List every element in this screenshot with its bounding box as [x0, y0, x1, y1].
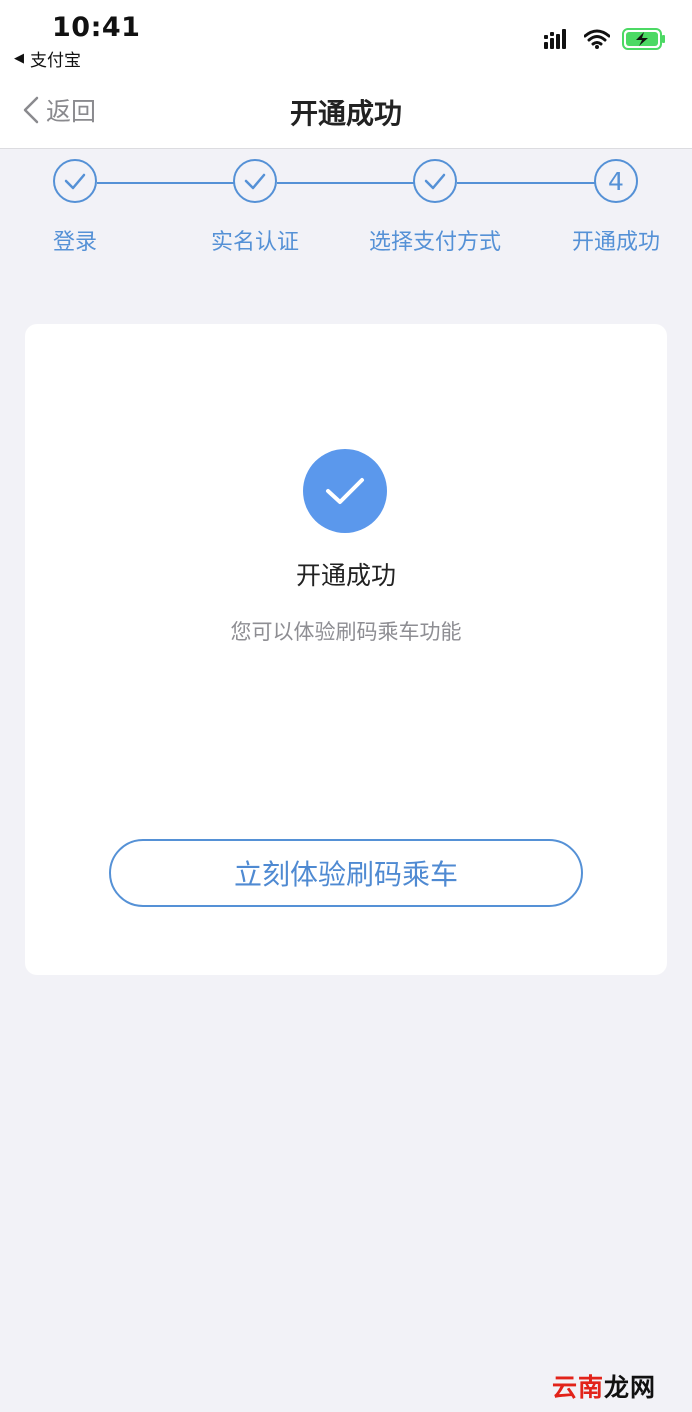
back-to-app-link[interactable]: ◀ 支付宝 [14, 46, 81, 71]
step-label-success: 开通成功 [571, 230, 661, 255]
nav-bar: 返回 开通成功 [0, 78, 692, 149]
watermark-logo: 云南龙网 [552, 1368, 656, 1404]
wifi-icon [584, 29, 610, 49]
check-icon [64, 173, 86, 190]
check-icon [424, 173, 446, 190]
result-subtitle: 您可以体验刷码乘车功能 [230, 620, 462, 644]
step-label-payment-method: 选择支付方式 [368, 230, 502, 255]
step-connector [97, 182, 237, 184]
step-2-done-icon [233, 159, 277, 203]
step-label-login: 登录 [52, 230, 98, 255]
check-icon [326, 478, 364, 504]
success-badge [303, 449, 387, 533]
back-triangle-icon: ◀ [14, 51, 24, 66]
watermark-part1: 云南 [551, 1373, 604, 1402]
progress-steps: 4 登录 实名认证 选择支付方式 开通成功 [0, 148, 692, 268]
back-app-label: 支付宝 [30, 51, 81, 71]
step-connector [457, 182, 597, 184]
watermark-part2: 龙网 [603, 1373, 656, 1402]
step-1-done-icon [53, 159, 97, 203]
result-card: 开通成功 您可以体验刷码乘车功能 立刻体验刷码乘车 [25, 324, 667, 975]
result-title: 开通成功 [295, 561, 396, 590]
page-title: 开通成功 [289, 97, 402, 130]
step-3-done-icon [413, 159, 457, 203]
signal-icon [544, 29, 566, 49]
battery-charging-icon [622, 28, 665, 50]
status-icons [544, 28, 666, 50]
check-icon [244, 173, 266, 190]
status-time: 10:41 [52, 12, 141, 43]
step-4-number: 4 [594, 159, 638, 203]
step-label-verification: 实名认证 [210, 230, 300, 255]
status-bar: 10:41 ◀ 支付宝 [0, 0, 692, 78]
step-connector [277, 182, 417, 184]
try-scan-ride-button[interactable]: 立刻体验刷码乘车 [109, 839, 583, 907]
